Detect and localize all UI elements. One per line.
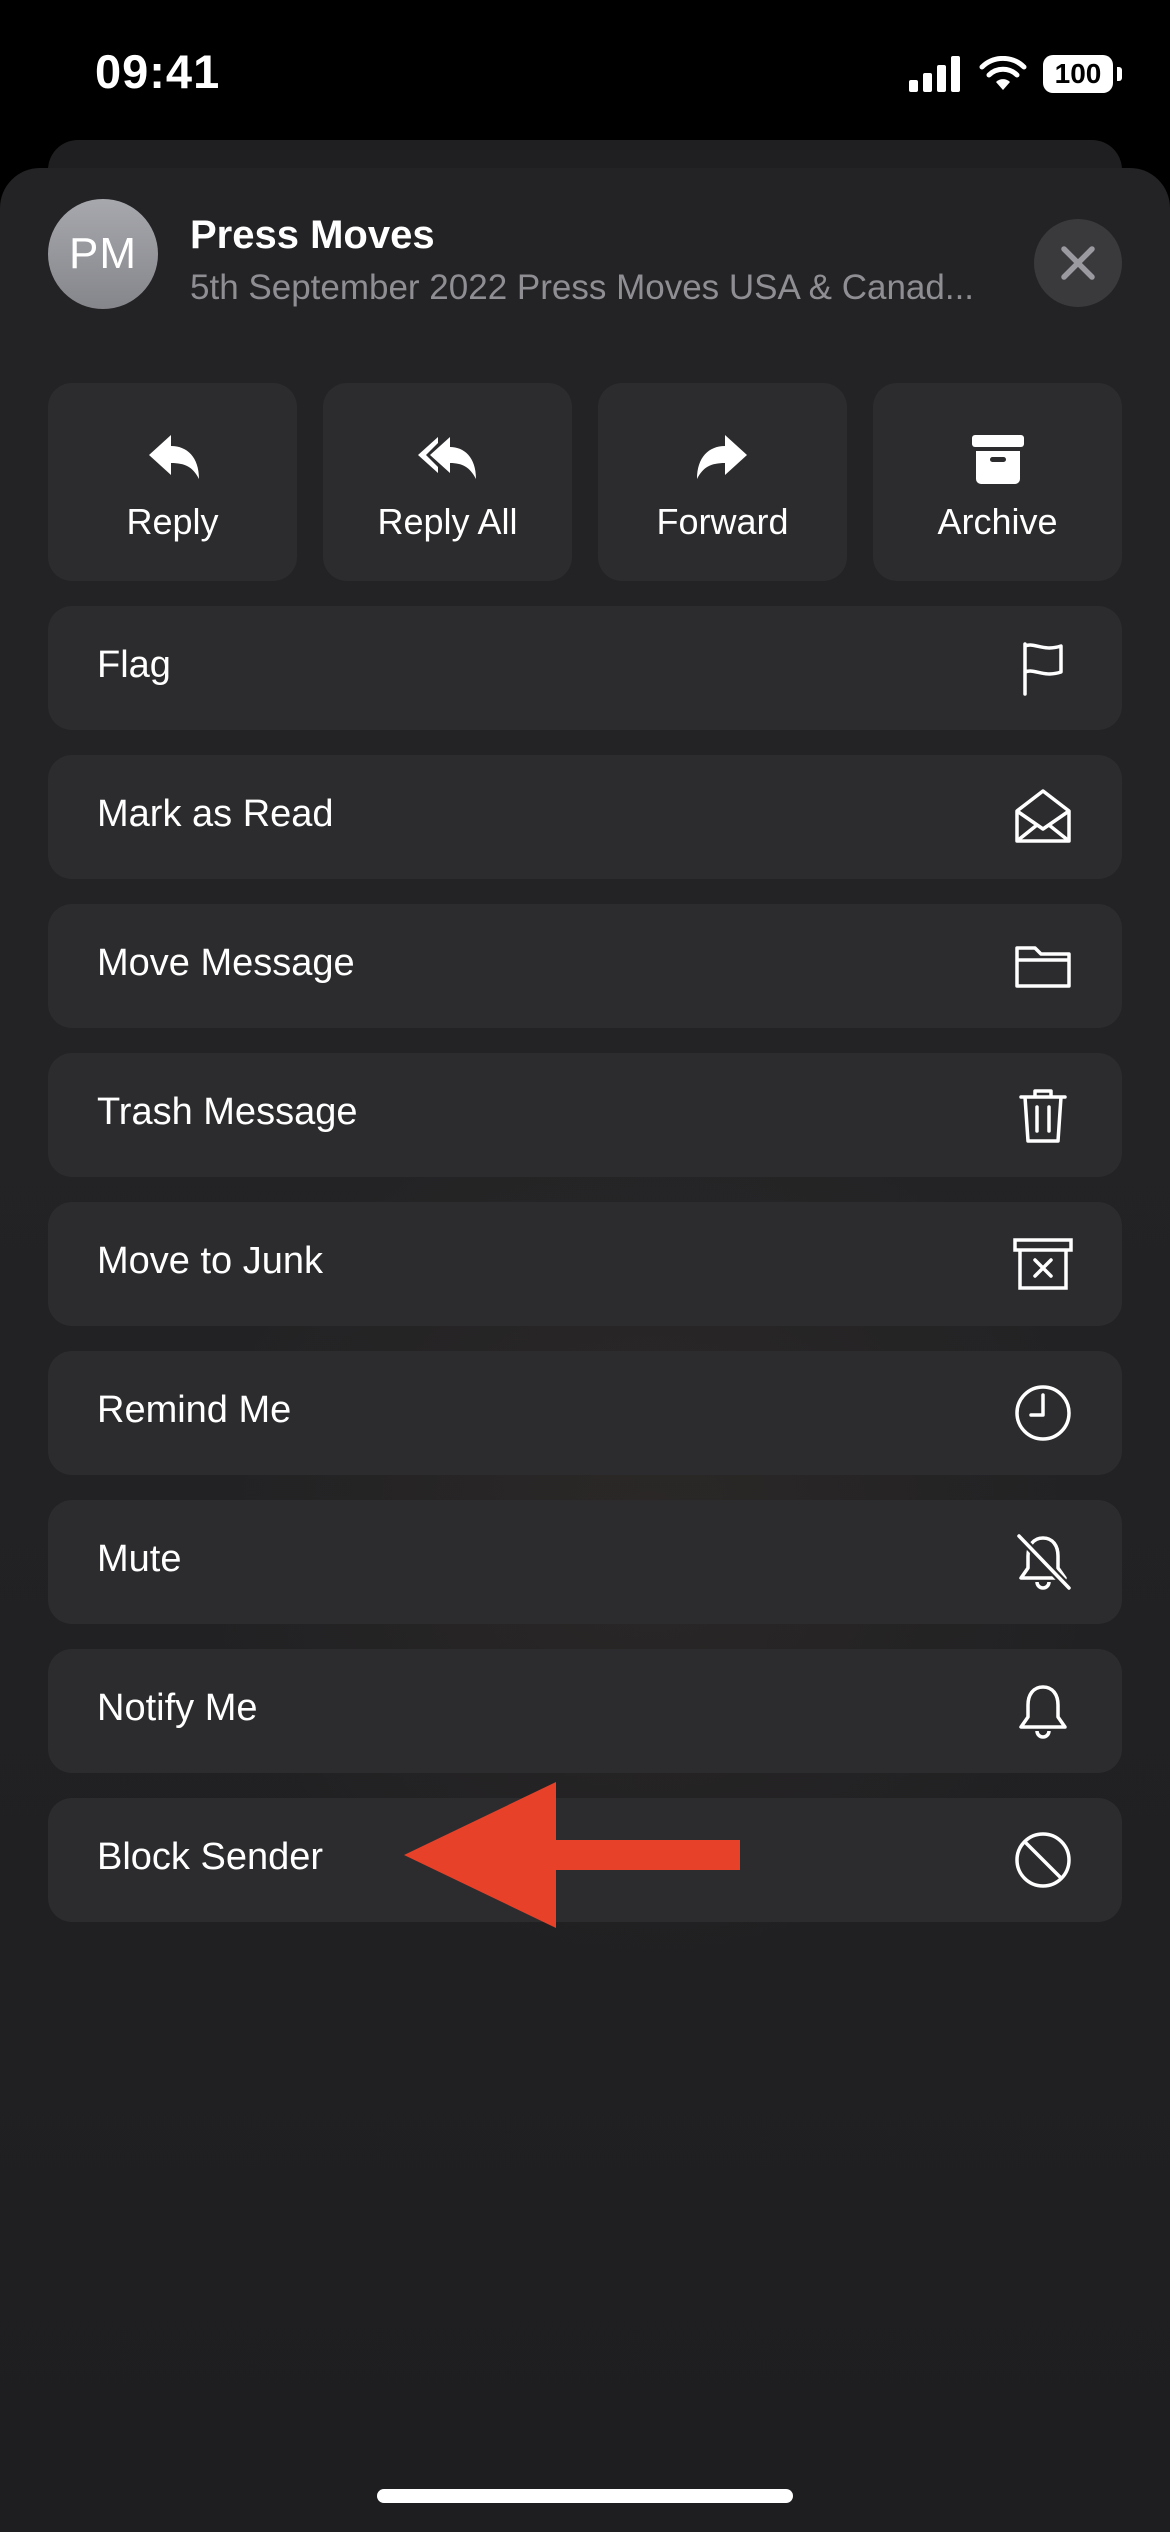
avatar: PM bbox=[48, 199, 158, 309]
move-message-label: Move Message bbox=[97, 942, 355, 984]
flag-icon bbox=[1023, 642, 1063, 696]
trash-message-row[interactable]: Trash Message bbox=[48, 1053, 1122, 1177]
battery-indicator: 100 bbox=[1043, 55, 1122, 93]
reply-button[interactable]: Reply bbox=[48, 383, 297, 581]
bell-icon bbox=[1019, 1685, 1067, 1739]
close-icon bbox=[1061, 246, 1095, 280]
notify-me-row[interactable]: Notify Me bbox=[48, 1649, 1122, 1773]
quick-actions: Reply Reply All Forward Archive bbox=[48, 383, 1122, 581]
block-sender-label: Block Sender bbox=[97, 1836, 324, 1878]
mark-as-read-label: Mark as Read bbox=[97, 793, 334, 835]
archive-label: Archive bbox=[937, 501, 1058, 542]
wifi-icon bbox=[979, 56, 1027, 90]
reply-all-icon bbox=[417, 437, 476, 479]
reply-all-button[interactable]: Reply All bbox=[323, 383, 572, 581]
move-to-junk-row[interactable]: Move to Junk bbox=[48, 1202, 1122, 1326]
open-envelope-icon bbox=[1015, 789, 1071, 843]
reply-label: Reply bbox=[126, 501, 219, 542]
move-to-junk-label: Move to Junk bbox=[97, 1240, 323, 1282]
remind-me-row[interactable]: Remind Me bbox=[48, 1351, 1122, 1475]
block-icon bbox=[1015, 1832, 1071, 1888]
mute-row[interactable]: Mute bbox=[48, 1500, 1122, 1624]
trash-message-label: Trash Message bbox=[97, 1091, 358, 1133]
avatar-initials: PM bbox=[69, 229, 137, 278]
battery-level: 100 bbox=[1054, 58, 1102, 89]
move-message-row[interactable]: Move Message bbox=[48, 904, 1122, 1028]
forward-label: Forward bbox=[656, 501, 789, 542]
mute-label: Mute bbox=[97, 1538, 182, 1580]
reply-all-label: Reply All bbox=[377, 501, 518, 542]
trash-icon bbox=[1019, 1089, 1067, 1143]
flag-label: Flag bbox=[97, 644, 171, 686]
notify-me-label: Notify Me bbox=[97, 1687, 258, 1729]
reply-icon bbox=[148, 435, 199, 479]
annotation-arrow-icon bbox=[404, 1782, 740, 1928]
close-button[interactable] bbox=[1034, 219, 1122, 307]
folder-icon bbox=[1015, 946, 1071, 988]
bell-slash-icon bbox=[1016, 1533, 1072, 1591]
archive-icon bbox=[971, 435, 1024, 484]
archive-button[interactable]: Archive bbox=[873, 383, 1122, 581]
status-icons: 100 bbox=[909, 55, 1122, 93]
home-indicator[interactable] bbox=[377, 2489, 793, 2503]
sender-name: Press Moves bbox=[190, 213, 435, 257]
message-subject: 5th September 2022 Press Moves USA & Can… bbox=[190, 268, 975, 307]
forward-icon bbox=[696, 435, 747, 479]
sheet-header: PM Press Moves 5th September 2022 Press … bbox=[48, 198, 1122, 314]
flag-row[interactable]: Flag bbox=[48, 606, 1122, 730]
clock-icon bbox=[1015, 1385, 1071, 1441]
action-sheet: PM Press Moves 5th September 2022 Press … bbox=[0, 168, 1170, 2532]
status-time: 09:41 bbox=[95, 45, 221, 98]
status-bar: 09:41 100 bbox=[0, 0, 1170, 150]
remind-me-label: Remind Me bbox=[97, 1389, 292, 1431]
junk-bin-icon bbox=[1013, 1238, 1073, 1290]
forward-button[interactable]: Forward bbox=[598, 383, 847, 581]
mark-as-read-row[interactable]: Mark as Read bbox=[48, 755, 1122, 879]
cellular-signal-icon bbox=[909, 56, 960, 92]
